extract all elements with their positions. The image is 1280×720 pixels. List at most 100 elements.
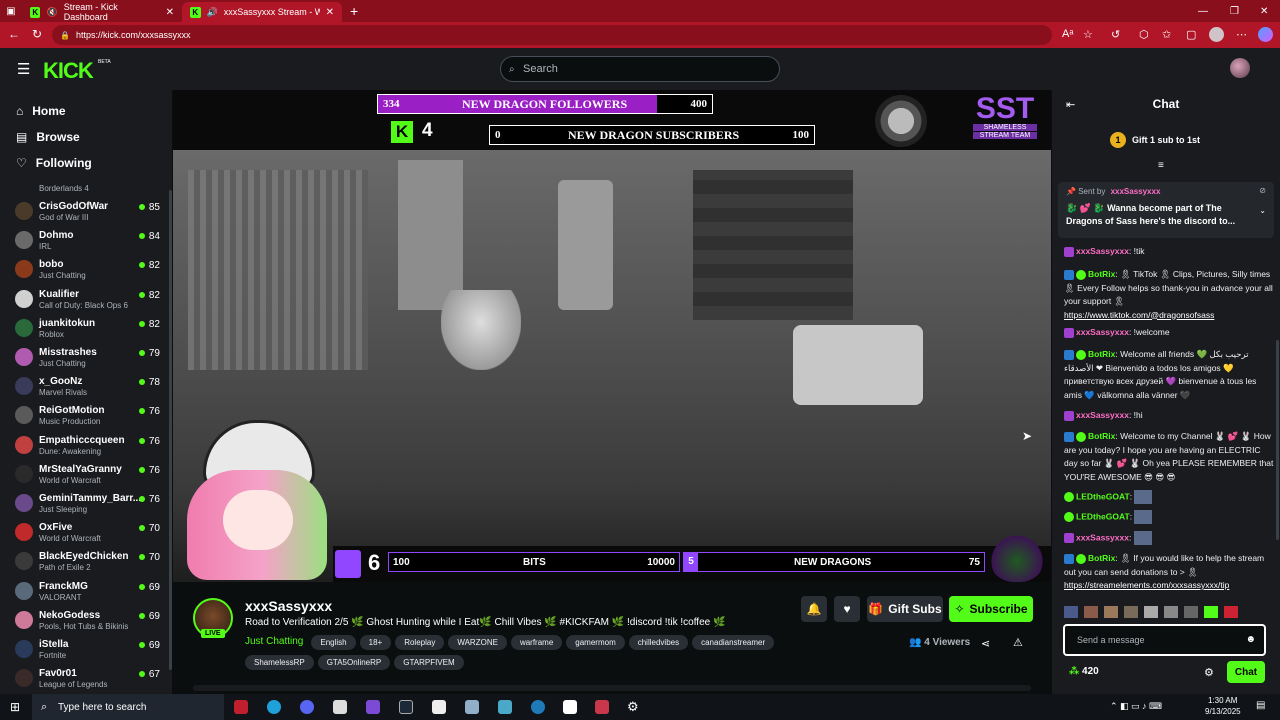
discord-icon[interactable] (300, 700, 314, 714)
chat-link[interactable]: https://streamelements.com/xxxsassyxxx/t… (1064, 580, 1229, 590)
notification-icon[interactable]: ▤ (1256, 700, 1265, 711)
emoji-picker-icon[interactable]: ☻ (1245, 634, 1256, 645)
sidebar-nav-following[interactable]: ♡ Following (0, 150, 172, 176)
sidebar-channel-item[interactable]: iStella Fortnite 69 (0, 636, 172, 665)
stream-tag[interactable]: chilledvibes (628, 635, 689, 650)
chat-username[interactable]: LEDtheGOAT (1076, 511, 1130, 521)
file-icon[interactable] (333, 700, 347, 714)
chat-username[interactable]: LEDtheGOAT (1076, 491, 1130, 501)
kick-logo[interactable]: KICK (43, 58, 94, 84)
edge-browser-icon[interactable] (267, 700, 281, 714)
extension-icon[interactable]: ⬡ (1139, 28, 1149, 41)
emote[interactable] (1144, 606, 1158, 618)
app-icon[interactable] (563, 700, 577, 714)
sidebar-channel-item[interactable]: Dohmo IRL 84 (0, 227, 172, 256)
new-tab-icon[interactable]: + (350, 3, 358, 19)
emote[interactable] (1084, 606, 1098, 618)
emote[interactable] (1204, 606, 1218, 618)
stream-tag[interactable]: WARZONE (448, 635, 507, 650)
sidebar-nav-browse[interactable]: ▤ Browse (0, 124, 172, 150)
speaker-icon[interactable]: 🔊 (207, 7, 218, 18)
document-icon[interactable] (432, 700, 446, 714)
emote[interactable] (1224, 606, 1238, 618)
user-avatar[interactable] (1230, 58, 1250, 78)
stream-tag[interactable]: 18+ (359, 635, 392, 650)
app-icon[interactable] (366, 700, 380, 714)
url-input[interactable]: 🔒 https://kick.com/xxxsassyxxx (52, 25, 1052, 45)
notifications-button[interactable]: 🔔 (801, 596, 827, 622)
chat-username[interactable]: BotRix (1088, 269, 1115, 279)
restore-icon[interactable]: ❐ (1230, 6, 1239, 17)
mute-icon[interactable]: 🔇 (46, 7, 57, 18)
pinned-message[interactable]: 📌 Sent by xxxSassyxxx ⊘ 🐉 💕 🐉 Wanna beco… (1058, 182, 1274, 238)
emote[interactable] (1064, 606, 1078, 618)
window-menu-icon[interactable]: ▣ (0, 6, 22, 17)
sidebar-nav-home[interactable]: ⌂ Home (0, 98, 172, 124)
copilot-icon[interactable] (1258, 27, 1273, 42)
tab-watch[interactable]: K 🔊 xxxSassyxxx Stream - Watch ✕ (182, 2, 342, 22)
more-menu-icon[interactable]: ⋯ (1236, 28, 1247, 41)
streamer-name[interactable]: xxxSassyxxx (245, 598, 332, 614)
chat-link[interactable]: https://www.tiktok.com/@dragonsofsass (1064, 310, 1214, 320)
sidebar-channel-item[interactable]: ReiGotMotion Music Production 76 (0, 402, 172, 431)
system-tray-icons[interactable]: ⌃ ◧ ▭ ♪ ⌨ (1110, 701, 1162, 712)
emote[interactable] (1164, 606, 1178, 618)
window-close-icon[interactable]: ✕ (1260, 6, 1268, 17)
stream-tag[interactable]: English (311, 635, 356, 650)
back-icon[interactable]: ← (8, 27, 20, 41)
stream-tag[interactable]: canadianstreamer (692, 635, 775, 650)
chat-settings-gear-icon[interactable]: ⚙ (1204, 666, 1214, 679)
report-icon[interactable]: ⚠ (1013, 636, 1023, 649)
category-link[interactable]: Just Chatting (245, 636, 303, 647)
refresh-extension-icon[interactable]: ↺ (1111, 28, 1120, 41)
app-icon[interactable] (465, 700, 479, 714)
sidebar-channel-item[interactable]: juankitokun Roblox 82 (0, 315, 172, 344)
chat-username[interactable]: xxxSassyxxx (1076, 532, 1129, 542)
search-input[interactable]: ⌕ Search (500, 56, 780, 82)
sidebar-channel-item[interactable]: NekoGodess Pools, Hot Tubs & Bikinis 69 (0, 607, 172, 636)
steam-icon[interactable] (399, 700, 413, 714)
channel-points[interactable]: ⁂ 420 (1069, 666, 1099, 677)
sidebar-channel-item[interactable]: CrisGodOfWar God of War III 85 (0, 198, 172, 227)
chat-username[interactable]: BotRix (1088, 553, 1115, 563)
stream-tag[interactable]: warframe (510, 635, 563, 650)
favorites-icon[interactable]: ✩ (1162, 28, 1171, 41)
sidebar-channel-item[interactable]: Misstrashes Just Chatting 79 (0, 344, 172, 373)
send-chat-button[interactable]: Chat (1227, 661, 1265, 683)
gift-sub-prompt[interactable]: 1 Gift 1 sub to 1st (1110, 132, 1200, 148)
stream-tag[interactable]: ShamelessRP (245, 655, 314, 670)
stream-tag[interactable]: GTA5OnlineRP (317, 655, 391, 670)
taskbar-app-icon[interactable] (234, 700, 248, 714)
app-icon[interactable] (595, 700, 609, 714)
read-aloud-icon[interactable]: Aᵃ (1062, 28, 1073, 40)
sidebar-channel-item[interactable]: OxFive World of Warcraft 70 (0, 519, 172, 548)
gear-icon[interactable]: ⚙ (627, 699, 639, 715)
video-player[interactable]: 334 NEW DRAGON FOLLOWERS 400 K 4 0 NEW D… (173, 90, 1051, 582)
chat-username[interactable]: BotRix (1088, 349, 1115, 359)
close-icon[interactable]: ✕ (326, 7, 334, 18)
stream-tag[interactable]: Roleplay (395, 635, 445, 650)
stream-tag[interactable]: gamermom (566, 635, 625, 650)
sidebar-channel-item[interactable]: GeminiTammy_Barr... Just Sleeping 76 (0, 490, 172, 519)
close-icon[interactable]: ✕ (166, 7, 174, 18)
follow-button[interactable]: ♥ (834, 596, 860, 622)
minimize-icon[interactable]: — (1198, 6, 1208, 17)
sidebar-channel-item[interactable]: BlackEyedChicken Path of Exile 2 70 (0, 548, 172, 577)
filter-icon[interactable]: ≡ (1158, 160, 1164, 171)
sidebar-channel-item[interactable]: MrStealYaGranny World of Warcraft 76 (0, 461, 172, 490)
tab-kick-dashboard[interactable]: K 🔇 Stream - Kick Dashboard ✕ (22, 2, 182, 22)
sidebar-channel-item[interactable]: bobo Just Chatting 82 (0, 256, 172, 285)
chat-username[interactable]: xxxSassyxxx (1076, 246, 1129, 256)
gift-subs-button[interactable]: 🎁 Gift Subs (867, 596, 943, 622)
subscribe-button[interactable]: ✧ Subscribe (949, 596, 1033, 622)
share-icon[interactable]: ⋖ (981, 637, 990, 650)
sidebar-channel-item[interactable]: x_GooNz Marvel Rivals 78 (0, 373, 172, 402)
app-icon[interactable] (531, 700, 545, 714)
sidebar-channel-item[interactable]: Fav0r01 League of Legends 67 (0, 665, 172, 694)
chat-username[interactable]: xxxSassyxxx (1076, 410, 1129, 420)
hamburger-menu-icon[interactable]: ☰ (17, 60, 30, 78)
chat-username[interactable]: BotRix (1088, 431, 1115, 441)
taskbar-search-input[interactable]: ⌕ Type here to search (32, 694, 224, 720)
reload-icon[interactable]: ↻ (32, 27, 42, 41)
stream-tag[interactable]: GTARPFIVEM (394, 655, 464, 670)
